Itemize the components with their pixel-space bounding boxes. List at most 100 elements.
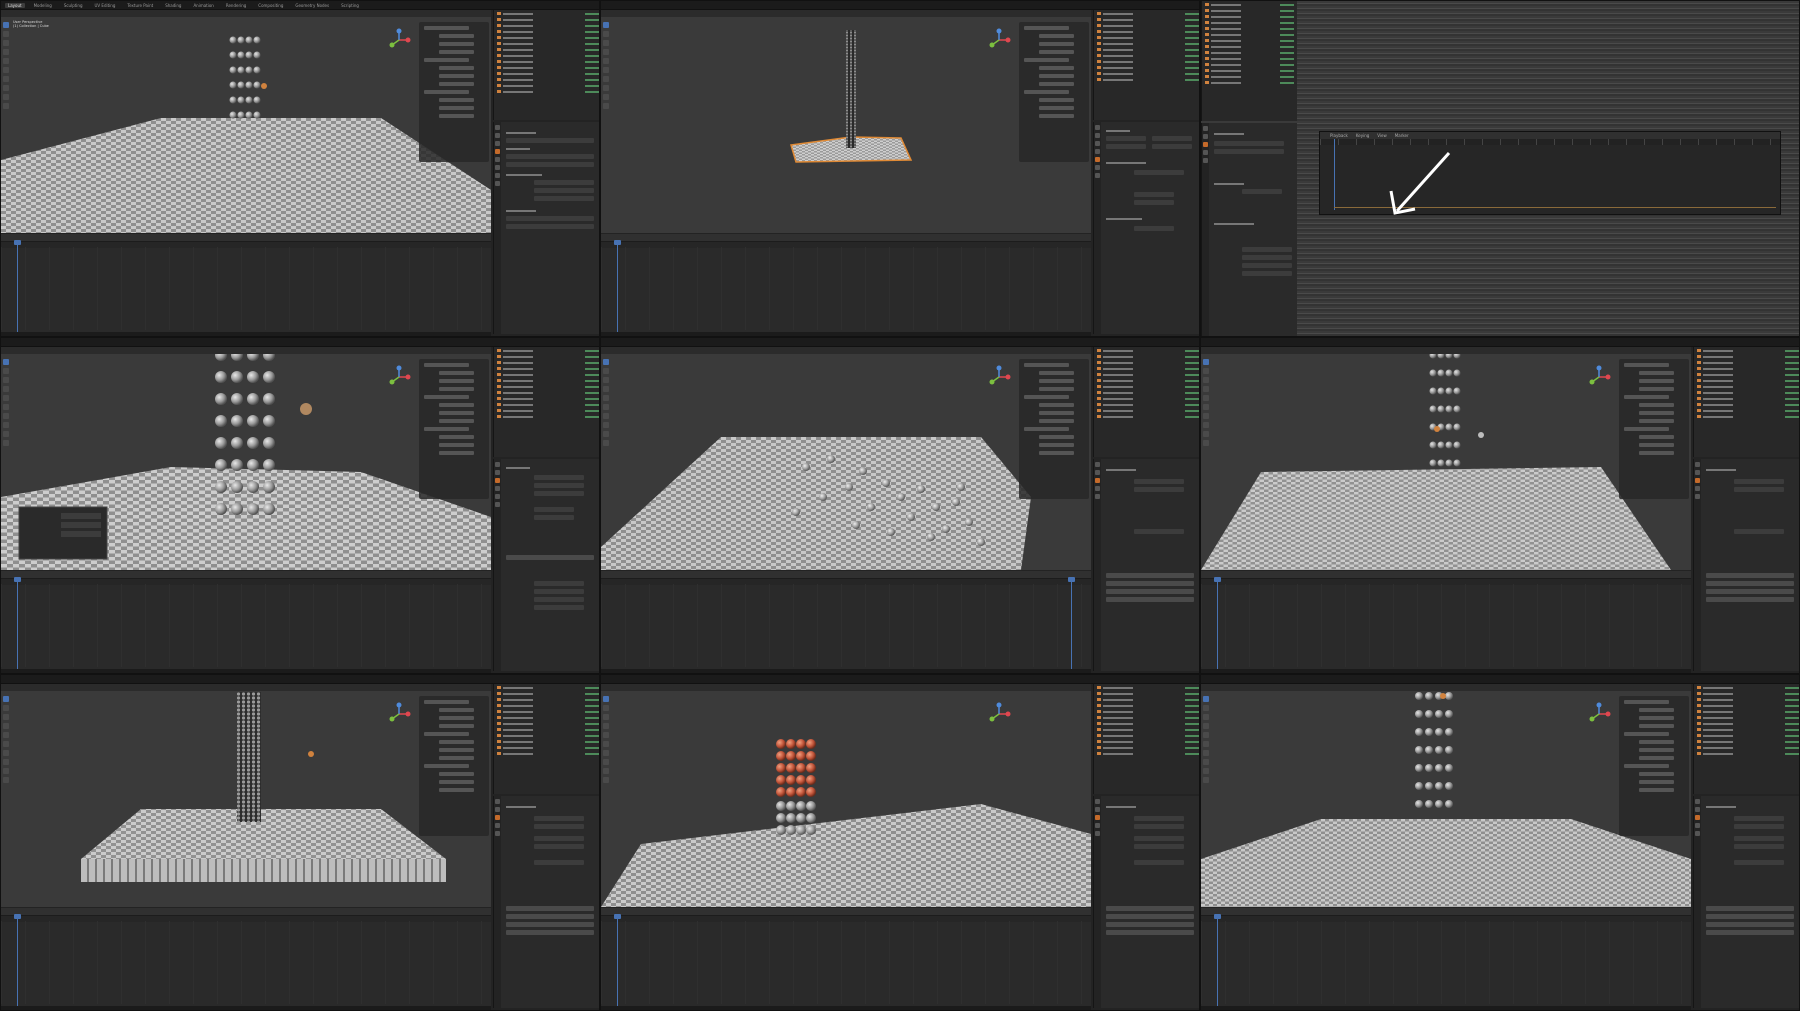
workspace-tabs[interactable] xyxy=(1201,338,1799,347)
timeline-editor[interactable] xyxy=(1,234,491,336)
3d-viewport[interactable] xyxy=(601,684,1091,907)
workspace-tab-shading[interactable]: Shading xyxy=(162,3,184,8)
timeline-header[interactable] xyxy=(601,908,1091,916)
tool-shelf[interactable] xyxy=(603,359,610,479)
viewport-header[interactable] xyxy=(601,10,1091,17)
outliner[interactable] xyxy=(1693,684,1799,794)
workspace-tab-sculpting[interactable]: Sculpting xyxy=(61,3,86,8)
timeline-header[interactable] xyxy=(1,908,491,916)
playhead[interactable] xyxy=(1214,914,1221,1006)
timeline-header[interactable] xyxy=(1,234,491,242)
playhead[interactable] xyxy=(14,914,21,1006)
viewport-header[interactable] xyxy=(1201,347,1691,354)
viewport-header[interactable] xyxy=(601,347,1091,354)
workspace-tabs[interactable] xyxy=(601,338,1199,347)
sidebar-n-panel[interactable] xyxy=(1019,22,1089,162)
workspace-tabs[interactable] xyxy=(1201,675,1799,684)
navigation-gizmo-icon[interactable] xyxy=(987,365,1011,389)
properties-editor[interactable] xyxy=(1093,796,1199,1008)
workspace-tab-modeling[interactable]: Modeling xyxy=(31,3,55,8)
workspace-tabs[interactable] xyxy=(1,338,599,347)
outliner[interactable] xyxy=(1093,347,1199,457)
tool-shelf[interactable] xyxy=(1203,359,1210,479)
playhead[interactable] xyxy=(1214,577,1221,669)
navigation-gizmo-icon[interactable] xyxy=(387,365,411,389)
outliner[interactable] xyxy=(1201,1,1297,121)
properties-tabs[interactable] xyxy=(1694,459,1701,671)
timeline-header[interactable] xyxy=(1201,908,1691,916)
viewport-header[interactable] xyxy=(601,684,1091,691)
3d-viewport[interactable] xyxy=(601,10,1091,233)
outliner[interactable] xyxy=(1693,347,1799,457)
navigation-gizmo-icon[interactable] xyxy=(987,28,1011,52)
sidebar-n-panel[interactable] xyxy=(1019,359,1089,499)
properties-editor[interactable] xyxy=(493,796,599,1008)
viewport-header[interactable] xyxy=(1201,684,1691,691)
properties-editor[interactable] xyxy=(493,122,599,334)
playhead[interactable] xyxy=(614,914,621,1006)
playhead[interactable] xyxy=(614,240,621,332)
workspace-tab-scripting[interactable]: Scripting xyxy=(338,3,362,8)
sidebar-n-panel[interactable] xyxy=(1619,359,1689,499)
timeline-header[interactable]: Playback Keying View Marker xyxy=(1320,132,1780,139)
properties-editor[interactable] xyxy=(1093,122,1199,334)
properties-tabs[interactable] xyxy=(494,796,501,1008)
3d-viewport[interactable] xyxy=(1201,684,1691,907)
properties-editor[interactable] xyxy=(493,459,599,671)
outliner[interactable] xyxy=(493,347,599,457)
outliner[interactable] xyxy=(493,10,599,120)
tool-shelf[interactable] xyxy=(3,359,10,479)
frame-ruler[interactable] xyxy=(1320,139,1780,145)
navigation-gizmo-icon[interactable] xyxy=(387,28,411,52)
workspace-tab-rendering[interactable]: Rendering xyxy=(223,3,249,8)
timeline-header[interactable] xyxy=(601,571,1091,579)
navigation-gizmo-icon[interactable] xyxy=(1587,702,1611,726)
tool-shelf[interactable] xyxy=(603,696,610,816)
properties-tabs[interactable] xyxy=(1202,123,1209,336)
3d-viewport[interactable] xyxy=(601,347,1091,570)
properties-tabs[interactable] xyxy=(1094,459,1101,671)
tool-shelf[interactable] xyxy=(603,22,610,142)
properties-editor[interactable] xyxy=(1693,459,1799,671)
navigation-gizmo-icon[interactable] xyxy=(1587,365,1611,389)
properties-tabs[interactable] xyxy=(1094,796,1101,1008)
timeline-editor[interactable] xyxy=(601,571,1091,673)
timeline-editor[interactable] xyxy=(601,234,1091,336)
viewport-header[interactable] xyxy=(1,347,491,354)
workspace-tabs[interactable] xyxy=(601,1,1199,10)
sidebar-n-panel[interactable] xyxy=(419,359,489,499)
tool-shelf[interactable] xyxy=(3,696,10,816)
3d-viewport[interactable]: User Perspective (1) Collection | Cube xyxy=(1,10,491,233)
sidebar-n-panel[interactable] xyxy=(419,22,489,162)
playhead[interactable] xyxy=(1068,577,1075,669)
outliner[interactable] xyxy=(1093,10,1199,120)
timeline-header[interactable] xyxy=(1,571,491,579)
outliner[interactable] xyxy=(493,684,599,794)
3d-viewport[interactable] xyxy=(1,684,491,907)
workspace-tabs[interactable] xyxy=(601,675,1199,684)
properties-editor[interactable] xyxy=(1093,459,1199,671)
properties-tabs[interactable] xyxy=(1694,796,1701,1008)
timeline-editor[interactable] xyxy=(1,908,491,1010)
properties-tabs[interactable] xyxy=(494,122,501,334)
workspace-tab-geometry-nodes[interactable]: Geometry Nodes xyxy=(292,3,332,8)
playhead[interactable] xyxy=(1334,139,1335,210)
properties-tabs[interactable] xyxy=(1094,122,1101,334)
sidebar-n-panel[interactable] xyxy=(1619,696,1689,836)
timeline-header[interactable] xyxy=(1201,571,1691,579)
3d-viewport[interactable] xyxy=(1,347,491,570)
viewport-header[interactable] xyxy=(1,684,491,691)
timeline-editor[interactable] xyxy=(601,908,1091,1010)
playhead[interactable] xyxy=(14,240,21,332)
properties-editor[interactable] xyxy=(1693,796,1799,1008)
viewport-header[interactable] xyxy=(1,10,491,17)
workspace-tabs[interactable]: Layout Modeling Sculpting UV Editing Textur… xyxy=(1,1,599,10)
navigation-gizmo-icon[interactable] xyxy=(987,702,1011,726)
sidebar-n-panel[interactable] xyxy=(419,696,489,836)
workspace-tab-compositing[interactable]: Compositing xyxy=(255,3,286,8)
3d-viewport[interactable] xyxy=(1201,347,1691,570)
workspace-tab-texture-paint[interactable]: Texture Paint xyxy=(124,3,156,8)
properties-tabs[interactable] xyxy=(494,459,501,671)
navigation-gizmo-icon[interactable] xyxy=(387,702,411,726)
workspace-tab-uv-editing[interactable]: UV Editing xyxy=(92,3,119,8)
